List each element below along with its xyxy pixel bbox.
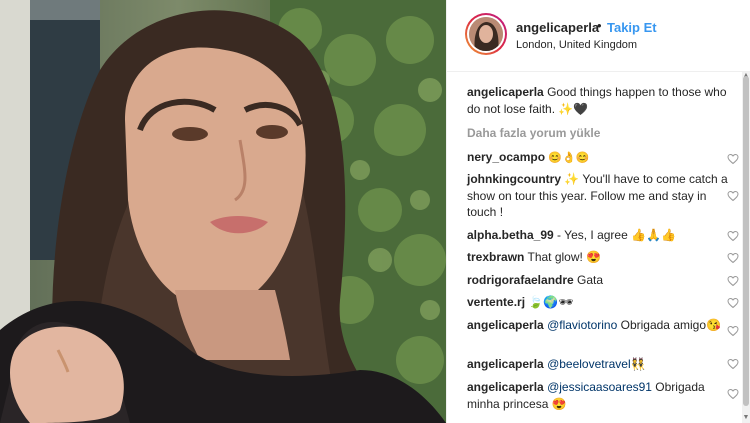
comment-mention[interactable]: @beelovetravel xyxy=(547,357,631,371)
comment-text: Gata xyxy=(577,273,604,287)
heart-icon[interactable] xyxy=(727,252,739,264)
avatar-photo xyxy=(469,17,503,51)
heart-icon[interactable] xyxy=(727,297,739,309)
load-more-comments-button[interactable]: Daha fazla yorum yükle xyxy=(467,126,600,140)
scrollbar-thumb[interactable] xyxy=(743,76,749,406)
comment-username[interactable]: angelicaperla xyxy=(467,318,544,332)
comment-username[interactable]: rodrigorafaelandre xyxy=(467,273,574,287)
comment-username[interactable]: angelicaperla xyxy=(467,357,544,371)
comment-text: 🍃🌍🕶 xyxy=(528,295,574,309)
follow-button[interactable]: Takip Et xyxy=(607,20,657,35)
heart-icon[interactable] xyxy=(727,358,739,370)
comment-text: - Yes, I agree 👍🙏👍 xyxy=(557,228,676,242)
comment-item: alpha.betha_99 - Yes, I agree 👍🙏👍 xyxy=(467,227,729,244)
separator-dot: • xyxy=(597,18,602,33)
comment-username[interactable]: alpha.betha_99 xyxy=(467,228,554,242)
caption-username[interactable]: angelicaperla xyxy=(467,85,544,99)
comments-scrollbar[interactable]: ▲ ▼ xyxy=(742,72,750,423)
comment-item: johnkingcountry ✨ You'll have to come ca… xyxy=(467,171,729,221)
comment-item: angelicaperla @beelovetravel👯 xyxy=(467,356,729,373)
portrait-image xyxy=(0,0,446,423)
comment-item: nery_ocampo 😊👌😊 xyxy=(467,149,729,167)
header-username[interactable]: angelicaperla xyxy=(516,20,599,35)
comment-item: angelicaperla @flaviotorino Obrigada ami… xyxy=(467,317,729,334)
comment-item: trexbrawn That glow! 😍 xyxy=(467,249,729,266)
instagram-post-view: angelicaperla • Takip Et London, United … xyxy=(0,0,750,423)
heart-icon[interactable] xyxy=(727,275,739,287)
comment-mention[interactable]: @flaviotorino xyxy=(547,318,617,332)
post-sidebar: angelicaperla • Takip Et London, United … xyxy=(446,0,750,423)
post-header: angelicaperla • Takip Et London, United … xyxy=(447,0,750,72)
caption: angelicaperla Good things happen to thos… xyxy=(467,84,729,117)
comment-username[interactable]: johnkingcountry xyxy=(467,172,561,186)
comment-mention[interactable]: @jessicaasoares91 xyxy=(547,380,652,394)
location-link[interactable]: London, United Kingdom xyxy=(516,39,637,51)
comment-item: rodrigorafaelandre Gata xyxy=(467,272,729,289)
comment-text: 👯 xyxy=(630,357,646,371)
comment-username[interactable]: trexbrawn xyxy=(467,250,524,264)
comment-username[interactable]: vertente.rj xyxy=(467,295,525,309)
comment-text: 😊👌😊 xyxy=(548,152,590,164)
comment-text: That glow! 😍 xyxy=(527,250,602,264)
comment-item: vertente.rj 🍃🌍🕶 xyxy=(467,294,729,311)
comment-text: Obrigada amigo😘 xyxy=(617,318,721,332)
scroll-down-icon[interactable]: ▼ xyxy=(742,414,750,422)
comment-username[interactable]: nery_ocampo xyxy=(467,150,545,164)
heart-icon[interactable] xyxy=(727,325,739,337)
comment-item: angelicaperla @jessicaasoares91 Obrigada… xyxy=(467,379,729,412)
avatar[interactable] xyxy=(465,13,507,55)
heart-icon[interactable] xyxy=(727,388,739,400)
heart-icon[interactable] xyxy=(727,230,739,242)
heart-icon[interactable] xyxy=(727,153,739,165)
heart-icon[interactable] xyxy=(727,190,739,202)
comment-username[interactable]: angelicaperla xyxy=(467,380,544,394)
post-photo xyxy=(0,0,446,423)
